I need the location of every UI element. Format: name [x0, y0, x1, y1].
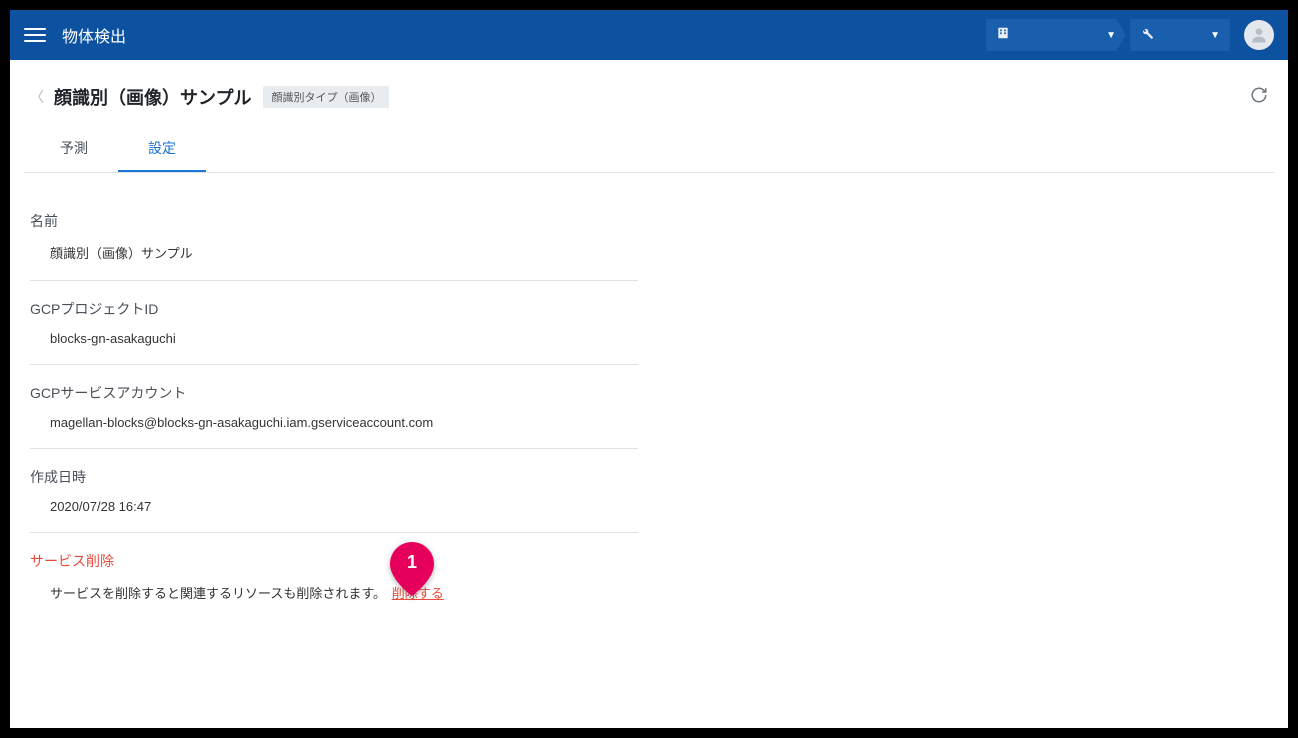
chevron-down-icon: ▼ — [1106, 30, 1116, 41]
type-badge: 顔識別タイプ（画像） — [263, 86, 389, 108]
breadcrumb: 〈 顔識別（画像）サンプル 顔識別タイプ（画像） — [24, 60, 1274, 120]
back-chevron-icon[interactable]: 〈 — [30, 87, 44, 107]
field-value: magellan-blocks@blocks-gn-asakaguchi.iam… — [30, 415, 638, 430]
callout-number: 1 — [390, 552, 434, 573]
field-value: 顔識別（画像）サンプル — [30, 243, 638, 262]
building-icon — [996, 26, 1010, 45]
settings-panel: 名前 顔識別（画像）サンプル GCPプロジェクトID blocks-gn-asa… — [24, 173, 644, 640]
delete-description: サービスを削除すると関連するリソースも削除されます。 — [50, 586, 386, 601]
wrench-icon — [1140, 26, 1154, 45]
user-avatar[interactable] — [1244, 20, 1274, 50]
app-title: 物体検出 — [62, 23, 126, 47]
field-label: GCPプロジェクトID — [30, 299, 638, 319]
callout-marker-1: 1 — [390, 542, 434, 596]
field-created-at: 作成日時 2020/07/28 16:47 — [30, 449, 638, 533]
field-value: blocks-gn-asakaguchi — [30, 331, 638, 346]
refresh-icon[interactable] — [1250, 86, 1268, 109]
project-selector[interactable]: ▼ — [986, 19, 1126, 51]
field-label: GCPサービスアカウント — [30, 383, 638, 403]
chevron-down-icon: ▼ — [1210, 30, 1220, 41]
field-value: サービスを削除すると関連するリソースも削除されます。 削除する — [30, 583, 638, 602]
tool-selector[interactable]: ▼ — [1130, 19, 1230, 51]
field-label: サービス削除 — [30, 551, 638, 571]
tab-settings[interactable]: 設定 — [118, 126, 206, 172]
tab-predict[interactable]: 予測 — [30, 126, 118, 172]
tabs: 予測 設定 — [24, 126, 1274, 173]
field-value: 2020/07/28 16:47 — [30, 499, 638, 514]
field-service-delete: サービス削除 サービスを削除すると関連するリソースも削除されます。 削除する — [30, 533, 638, 620]
page-title: 顔識別（画像）サンプル — [54, 84, 251, 110]
hamburger-menu-icon[interactable] — [24, 24, 46, 46]
field-gcp-project: GCPプロジェクトID blocks-gn-asakaguchi — [30, 281, 638, 365]
field-name: 名前 顔識別（画像）サンプル — [30, 193, 638, 281]
field-label: 名前 — [30, 211, 638, 231]
field-gcp-service-account: GCPサービスアカウント magellan-blocks@blocks-gn-a… — [30, 365, 638, 449]
app-header: 物体検出 ▼ ▼ — [10, 10, 1288, 60]
field-label: 作成日時 — [30, 467, 638, 487]
